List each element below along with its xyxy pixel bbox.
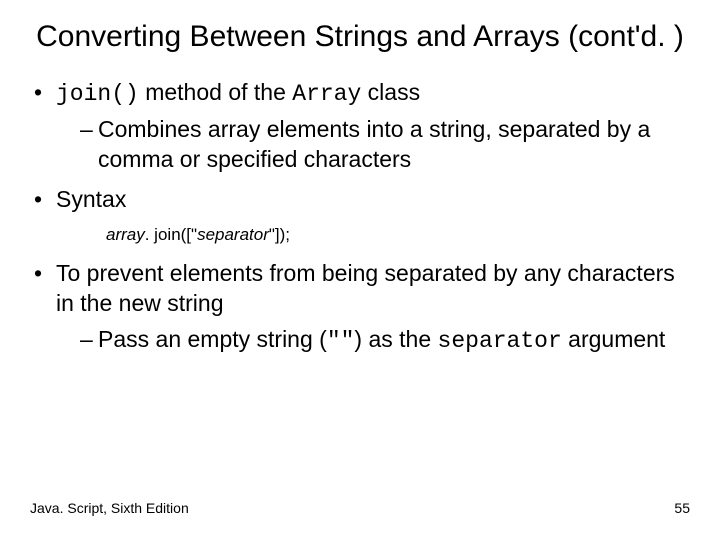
text-pass-post: argument xyxy=(562,326,666,352)
syntax-example: array. join(["separator"]); xyxy=(106,225,692,245)
sub-bullet-combines: Combines array elements into a string, s… xyxy=(80,115,692,175)
footer-page-number: 55 xyxy=(674,500,690,516)
footer-book-title: Java. Script, Sixth Edition xyxy=(30,500,189,516)
sub-list-1: Combines array elements into a string, s… xyxy=(56,115,692,175)
text-pass-mid: ) as the xyxy=(354,326,437,352)
syntax-array: array xyxy=(106,225,145,244)
syntax-join-open: . join([" xyxy=(145,225,197,244)
bullet-list-2: To prevent elements from being separated… xyxy=(28,259,692,357)
text-pass-pre: Pass an empty string ( xyxy=(98,326,327,352)
bullet-list: join() method of the Array class Combine… xyxy=(28,78,692,216)
slide-title: Converting Between Strings and Arrays (c… xyxy=(28,18,692,56)
sub-bullet-empty-string: Pass an empty string ("") as the separat… xyxy=(80,325,692,357)
code-empty-string: "" xyxy=(327,328,355,354)
bullet-join-method: join() method of the Array class Combine… xyxy=(34,78,692,176)
slide: Converting Between Strings and Arrays (c… xyxy=(0,0,720,540)
code-join: join() xyxy=(56,81,139,107)
bullet-syntax: Syntax xyxy=(34,185,692,215)
sub-list-2: Pass an empty string ("") as the separat… xyxy=(56,325,692,357)
code-array: Array xyxy=(292,81,361,107)
text-method: method of the xyxy=(139,79,292,105)
text-prevent: To prevent elements from being separated… xyxy=(56,260,675,316)
footer: Java. Script, Sixth Edition 55 xyxy=(30,500,690,516)
text-class: class xyxy=(361,79,420,105)
bullet-prevent: To prevent elements from being separated… xyxy=(34,259,692,357)
text-syntax: Syntax xyxy=(56,186,126,212)
syntax-close: "]); xyxy=(269,225,290,244)
code-separator: separator xyxy=(438,328,562,354)
syntax-separator: separator xyxy=(197,225,269,244)
